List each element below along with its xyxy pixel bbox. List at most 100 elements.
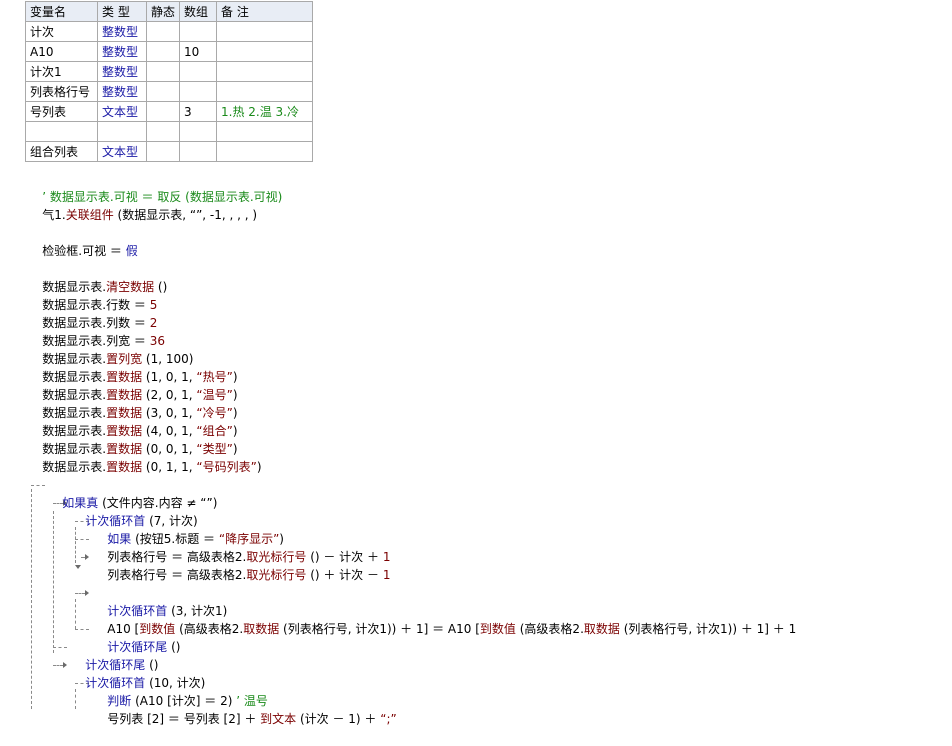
table-row[interactable] <box>25 121 314 142</box>
var-array-cell[interactable]: 3 <box>179 101 218 122</box>
var-type-cell[interactable]: 文本型 <box>97 141 147 162</box>
var-static-cell[interactable] <box>145 21 181 42</box>
var-name-cell[interactable]: A10 <box>25 41 98 62</box>
code-line[interactable]: 数据显示表.置数据 (0, 1, 1, “号码列表”) <box>27 440 261 474</box>
flow-guide-connector <box>53 665 63 666</box>
assignment: 号列表 [2] ＝ 号列表 [2] ＋ <box>107 712 261 726</box>
var-type-cell[interactable]: 整数型 <box>97 41 147 62</box>
var-name-cell[interactable]: 号列表 <box>25 101 98 122</box>
var-static-cell[interactable] <box>145 81 181 102</box>
flow-guide-loop <box>53 511 54 653</box>
constant-false: 假 <box>125 244 138 258</box>
code-line[interactable]: A10 [到数值 (高级表格2.取数据 (列表格行号, 计次1)) ＋ 1] ＝… <box>92 602 796 636</box>
column-header-array[interactable]: 数组 <box>179 1 218 22</box>
code-line-judge[interactable]: 判断 (A10 [计次] ＝ 2) ’ 温号 <box>92 674 268 708</box>
expression: (列表格行号, 计次1)) ＋ 1] ＋ 1 <box>619 622 797 636</box>
variable-table-header: 变量名 类 型 静态 数组 备 注 <box>25 1 314 22</box>
close-paren: ) <box>256 460 262 474</box>
var-name-cell[interactable]: 计次 <box>25 21 98 42</box>
code-line[interactable]: 气1.关联组件 (数据显示表, “”, -1, , , , ) <box>27 188 257 222</box>
code-line-comment[interactable]: ’ 数据显示表.可视 ＝ 取反 (数据显示表.可视) <box>27 170 282 204</box>
table-row[interactable]: A10 整数型 10 <box>25 41 314 62</box>
flow-guide-connector <box>31 485 45 486</box>
code-line[interactable]: 列表格行号 ＝ 高级表格2.取光标行号 () ＋ 计次 － 1 <box>92 548 390 582</box>
var-array-cell[interactable] <box>179 121 218 142</box>
var-type-cell[interactable]: 整数型 <box>97 81 147 102</box>
code-line[interactable]: 数据显示表.置列宽 (1, 100) <box>27 332 193 366</box>
code-line[interactable]: 列表格行号 ＝ 高级表格2.取光标行号 () － 计次 ＋ 1 <box>92 530 390 564</box>
code-line[interactable]: 数据显示表.置数据 (3, 0, 1, “冷号”) <box>27 386 237 420</box>
var-note-cell[interactable] <box>216 21 314 42</box>
var-note-cell[interactable] <box>216 121 314 142</box>
code-line[interactable]: 数据显示表.置数据 (1, 0, 1, “热号”) <box>27 350 237 384</box>
var-name-cell[interactable] <box>25 121 98 142</box>
method-name: 取光标行号 <box>246 568 307 582</box>
table-row[interactable]: 号列表 文本型 3 1.热 2.温 3.冷 <box>25 101 314 122</box>
var-array-cell[interactable] <box>179 81 218 102</box>
code-line-loop-end[interactable]: 计次循环尾 () <box>70 638 158 672</box>
var-note-cell[interactable] <box>216 41 314 62</box>
arrow-right-icon <box>63 662 67 668</box>
code-line-loop[interactable]: 计次循环首 (7, 计次) <box>70 494 197 528</box>
code-line[interactable]: 数据显示表.置数据 (4, 0, 1, “组合”) <box>27 404 237 438</box>
var-type-cell[interactable]: 整数型 <box>97 21 147 42</box>
code-line[interactable]: 数据显示表.行数 ＝ 5 <box>27 278 157 312</box>
code-line[interactable]: 数据显示表.列宽 ＝ 36 <box>27 314 165 348</box>
method-name: 置数据 <box>106 460 143 474</box>
flow-guide-inner-loop <box>75 599 76 629</box>
flow-guide-connector <box>75 629 89 630</box>
code-line-if[interactable]: 如果 (按钮5.标题 ＝ “降序显示”) <box>92 512 284 546</box>
var-static-cell[interactable] <box>145 61 181 82</box>
var-static-cell[interactable] <box>145 41 181 62</box>
column-header-type[interactable]: 类 型 <box>97 1 147 22</box>
arguments: () <box>167 640 181 654</box>
table-row[interactable]: 列表格行号 整数型 <box>25 81 314 102</box>
code-line-loop[interactable]: 计次循环首 (10, 计次) <box>70 656 205 690</box>
code-line-loop-end[interactable]: 计次循环尾 () <box>92 620 180 654</box>
arguments: (0, 1, 1, <box>142 460 197 474</box>
method-name: 取数据 <box>583 622 620 636</box>
flow-guide-connector <box>75 593 85 594</box>
code-line[interactable]: 数据显示表.置数据 (0, 0, 1, “类型”) <box>27 422 237 456</box>
object-ref: 气1. <box>42 208 66 222</box>
code-line[interactable]: 检验框.可视 ＝ 假 <box>27 224 137 258</box>
var-note-cell[interactable]: 1.热 2.温 3.冷 <box>216 101 314 122</box>
method-name: 关联组件 <box>65 208 114 222</box>
var-type-cell[interactable]: 整数型 <box>97 61 147 82</box>
code-line[interactable]: 数据显示表.清空数据 () <box>27 260 167 294</box>
column-header-static[interactable]: 静态 <box>145 1 181 22</box>
var-name-cell[interactable]: 列表格行号 <box>25 81 98 102</box>
code-line[interactable]: 数据显示表.列数 ＝ 2 <box>27 296 157 330</box>
number-literal: 1 <box>382 568 391 582</box>
code-line-loop[interactable]: 计次循环首 (3, 计次1) <box>92 584 227 618</box>
var-note-cell[interactable] <box>216 81 314 102</box>
var-note-cell[interactable] <box>216 141 314 162</box>
expression: (计次 － 1) ＋ <box>296 712 381 726</box>
var-array-cell[interactable] <box>179 141 218 162</box>
code-line-if-true[interactable]: 如果真 (文件内容.内容 ≠ “”) <box>47 476 217 510</box>
var-array-cell[interactable]: 10 <box>179 41 218 62</box>
var-static-cell[interactable] <box>145 101 181 122</box>
column-header-name[interactable]: 变量名 <box>25 1 98 22</box>
arrow-right-icon <box>85 554 89 560</box>
var-type-cell[interactable]: 文本型 <box>97 101 147 122</box>
var-array-cell[interactable] <box>179 21 218 42</box>
var-type-cell[interactable] <box>97 121 147 142</box>
code-line[interactable]: 号列表 [2] ＝ 号列表 [2] ＋ 到文本 (计次 － 1) ＋ “;” <box>92 692 396 726</box>
arrow-right-icon <box>85 590 89 596</box>
table-row[interactable]: 组合列表 文本型 <box>25 141 314 162</box>
var-name-cell[interactable]: 组合列表 <box>25 141 98 162</box>
object-ref: 数据显示表. <box>42 460 107 474</box>
column-header-note[interactable]: 备 注 <box>216 1 314 22</box>
variable-table: 变量名 类 型 静态 数组 备 注 计次 整数型 A10 整数型 10 计次1 … <box>25 1 314 162</box>
code-line[interactable]: 数据显示表.置数据 (2, 0, 1, “温号”) <box>27 368 237 402</box>
var-note-cell[interactable] <box>216 61 314 82</box>
var-static-cell[interactable] <box>145 121 181 142</box>
expression: (高级表格2. <box>515 622 584 636</box>
var-name-cell[interactable]: 计次1 <box>25 61 98 82</box>
var-static-cell[interactable] <box>145 141 181 162</box>
table-row[interactable]: 计次 整数型 <box>25 21 314 42</box>
var-array-cell[interactable] <box>179 61 218 82</box>
table-row[interactable]: 计次1 整数型 <box>25 61 314 82</box>
flow-guide-if-true <box>31 489 32 709</box>
